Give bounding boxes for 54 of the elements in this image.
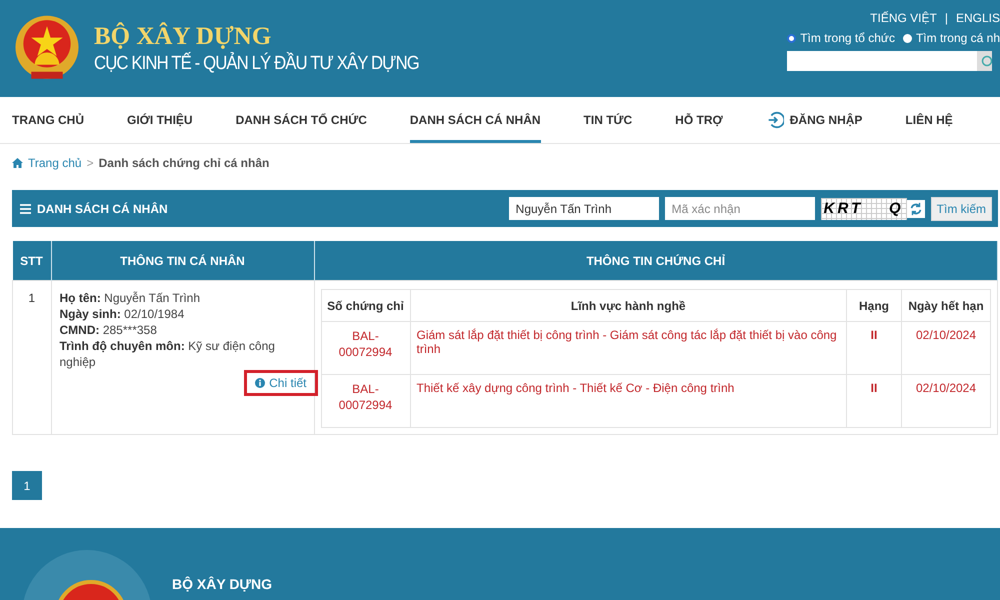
table-cell: 1 (12, 280, 51, 434)
captcha-image: KRT Q (820, 198, 907, 220)
table-cell: II (846, 374, 902, 428)
nav-item[interactable]: GIỚI THIỆU (127, 97, 193, 143)
table-cell: 02/10/2024 (902, 374, 990, 428)
refresh-icon[interactable] (906, 200, 925, 218)
nav-item[interactable]: ĐĂNG NHẬP (766, 97, 862, 143)
nav-item[interactable]: LIÊN HỆ (905, 97, 953, 143)
info-icon (255, 378, 266, 388)
language-link[interactable]: TIẾNG VIỆT (870, 11, 937, 25)
column-header: Hạng (846, 290, 902, 322)
info-line: Họ tên: Nguyễn Tấn Trình (60, 290, 201, 306)
column-header: Số chứng chỉ (321, 290, 410, 322)
search-icon (980, 55, 992, 67)
scope-radio[interactable]: Tìm trong cá nh (902, 31, 1000, 45)
info-line: CMND: 285***358 (60, 322, 158, 338)
table-cell: Thiết kế xây dựng công trình - Thiết kế Cơ - Điện công trình (410, 374, 846, 428)
table-cell: BAL- 00072994 (321, 374, 410, 428)
search-field[interactable] (787, 51, 978, 71)
column-header: Lĩnh vực hành nghề (410, 290, 846, 322)
panel-title: DANH SÁCH CÁ NHÂN (37, 202, 168, 216)
footer-title: BỘ XÂY DỰNG (172, 576, 272, 592)
info-line: Trình độ chuyên môn: Kỹ sư điện công nghiệp (60, 338, 276, 370)
login-icon (766, 111, 784, 129)
column-header: THÔNG TIN CHỨNG CHỈ (314, 241, 998, 280)
home-icon (12, 158, 23, 168)
column-header: STT (12, 241, 51, 280)
column-header: Ngày hết hạn (902, 290, 990, 322)
scope-radio[interactable]: Tìm trong tổ chức (787, 31, 895, 45)
table-cell: BAL- 00072994 (321, 322, 410, 374)
site-title: BỘ XÂY DỰNG (94, 22, 272, 50)
nav-item[interactable]: TIN TỨC (584, 97, 632, 143)
nav-item[interactable]: DANH SÁCH CÁ NHÂN (410, 97, 541, 143)
detail-link[interactable]: Chi tiết (244, 370, 318, 396)
table-cell: Giám sát lắp đặt thiết bị công trình - Giám sát công tác lắp đặt thiết bị vào công trình (410, 322, 846, 374)
breadcrumb-separator: > (86, 156, 94, 170)
column-header: THÔNG TIN CÁ NHÂN (51, 241, 314, 280)
nav-item[interactable]: DANH SÁCH TỔ CHỨC (236, 97, 367, 143)
name-field[interactable]: Nguyễn Tấn Trình (508, 197, 659, 220)
search-button[interactable]: Tìm kiếm (930, 196, 992, 220)
breadcrumb-current: Danh sách chứng chỉ cá nhân (98, 156, 270, 170)
search-button[interactable] (977, 51, 992, 71)
language-link[interactable]: ENGLIS (956, 11, 1000, 25)
breadcrumb-link[interactable]: Trang chủ (28, 156, 82, 170)
nav-item[interactable]: TRANG CHỦ (12, 97, 84, 143)
page-button[interactable]: 1 (12, 471, 42, 500)
info-line: Ngày sinh: 02/10/1984 (60, 306, 186, 322)
site-subtitle: CỤC KINH TẾ - QUẢN LÝ ĐẦU TƯ XÂY DỰNG (94, 52, 419, 74)
table-cell: II (846, 322, 902, 374)
nav-item[interactable]: HỖ TRỢ (675, 97, 723, 143)
table-cell: 02/10/2024 (902, 322, 990, 374)
separator: | (944, 11, 948, 25)
captcha-field[interactable]: Mã xác nhận (664, 197, 815, 220)
menu-icon (20, 204, 31, 214)
